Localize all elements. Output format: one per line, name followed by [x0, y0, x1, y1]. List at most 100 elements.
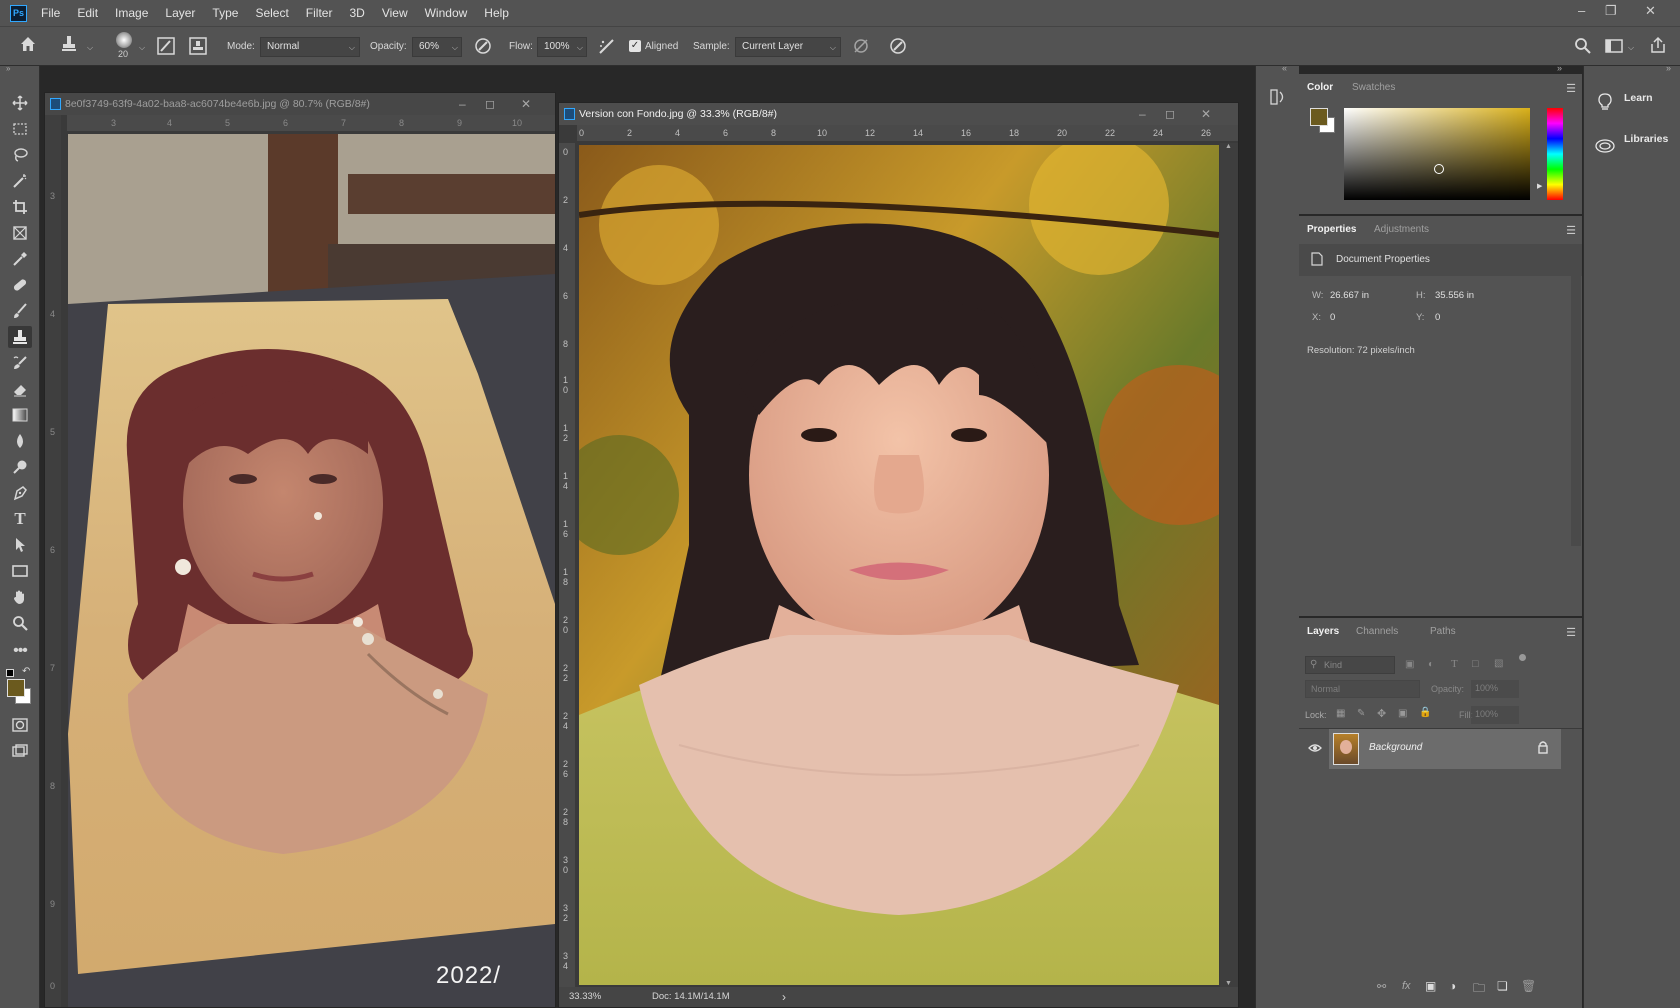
doc-close-icon[interactable]: ✕: [521, 93, 531, 115]
color-field[interactable]: [1344, 108, 1530, 200]
filter-toggle-icon[interactable]: [1519, 654, 1526, 661]
flow-input[interactable]: 100% ⌵: [537, 37, 587, 57]
width-value[interactable]: 26.667 in: [1330, 290, 1369, 301]
menu-select[interactable]: Select: [255, 6, 288, 20]
color-picker-cursor[interactable]: [1434, 164, 1444, 174]
workspace-chevron-down-icon[interactable]: ⌵: [1628, 43, 1634, 53]
history-panel-icon[interactable]: [1270, 88, 1286, 109]
lock-transparent-icon[interactable]: ▦: [1336, 708, 1345, 719]
panel-menu-icon[interactable]: ☰: [1566, 82, 1576, 95]
new-layer-icon[interactable]: ❏: [1497, 979, 1508, 993]
blend-mode-select[interactable]: Normal: [1305, 680, 1420, 698]
pressure-opacity-icon[interactable]: [474, 37, 492, 59]
panel-menu-icon[interactable]: ☰: [1566, 224, 1576, 237]
tab-paths[interactable]: Paths: [1430, 618, 1456, 646]
pressure-size-icon[interactable]: [889, 37, 907, 59]
filter-type-icon[interactable]: T: [1451, 658, 1458, 670]
filter-smart-object-icon[interactable]: ▧: [1494, 658, 1503, 669]
type-icon[interactable]: T: [8, 508, 32, 530]
zoom-icon[interactable]: [8, 612, 32, 634]
filter-shape-icon[interactable]: □: [1472, 658, 1479, 670]
menu-filter[interactable]: Filter: [306, 6, 333, 20]
home-icon[interactable]: [19, 35, 37, 57]
doc-maximize-icon[interactable]: ◻: [1165, 103, 1175, 125]
doc-close-icon[interactable]: ✕: [1201, 103, 1211, 125]
hand-icon[interactable]: [8, 586, 32, 608]
more-tools-icon[interactable]: •••: [8, 640, 32, 662]
document-title-bar[interactable]: 8e0f3749-63f9-4a02-baa8-ac6074be4e6b.jpg…: [45, 93, 555, 115]
zoom-level[interactable]: 33.33%: [569, 987, 601, 1007]
clone-stamp-icon[interactable]: [61, 35, 77, 57]
screen-mode-icon[interactable]: [8, 740, 32, 762]
menu-image[interactable]: Image: [115, 6, 148, 20]
mode-select[interactable]: Normal ⌵: [260, 37, 360, 57]
lock-icon[interactable]: [1537, 740, 1549, 757]
menu-window[interactable]: Window: [425, 6, 468, 20]
layer-opacity-input[interactable]: 100%: [1471, 680, 1519, 698]
color-foreground-swatch[interactable]: [1310, 108, 1328, 126]
link-layers-icon[interactable]: ⚯: [1377, 980, 1386, 993]
lock-position-icon[interactable]: ✥: [1377, 707, 1386, 720]
brush-preview-icon[interactable]: [116, 32, 132, 48]
lock-pixels-icon[interactable]: ✎: [1357, 708, 1365, 719]
move-icon[interactable]: [8, 92, 32, 114]
document-window-active[interactable]: Version con Fondo.jpg @ 33.3% (RGB/8#) –…: [558, 102, 1239, 1008]
learn-button[interactable]: Learn: [1584, 80, 1680, 116]
clone-source-icon[interactable]: [189, 37, 207, 59]
brush-chevron-down-icon[interactable]: ⌵: [139, 43, 145, 53]
collapse-panels-icon[interactable]: »: [1557, 63, 1562, 73]
ignore-adjustment-layers-icon[interactable]: [852, 37, 870, 59]
aligned-checkbox[interactable]: ✓: [629, 40, 641, 52]
restore-icon[interactable]: ❐: [1605, 3, 1617, 19]
marquee-icon[interactable]: [8, 118, 32, 140]
collapse-learn-icon[interactable]: »: [1666, 63, 1671, 73]
delete-layer-icon[interactable]: 🗑: [1521, 979, 1536, 993]
height-value[interactable]: 35.556 in: [1435, 290, 1474, 301]
libraries-button[interactable]: Libraries: [1584, 121, 1680, 157]
menu-file[interactable]: File: [41, 6, 60, 20]
layer-filter-kind[interactable]: ⚲ Kind: [1305, 656, 1395, 674]
document-canvas-original[interactable]: 2022/: [68, 134, 555, 1007]
tab-color[interactable]: Color: [1307, 74, 1333, 102]
stamp-icon[interactable]: [8, 326, 32, 348]
panel-menu-icon[interactable]: ☰: [1566, 626, 1576, 639]
tab-channels[interactable]: Channels: [1356, 618, 1398, 646]
dodge-icon[interactable]: [8, 456, 32, 478]
tab-adjustments[interactable]: Adjustments: [1374, 216, 1429, 244]
default-colors-icon[interactable]: [6, 669, 14, 677]
eyedropper-icon[interactable]: [8, 248, 32, 270]
filter-adjustment-icon[interactable]: ◐: [1428, 659, 1434, 670]
minimize-icon[interactable]: –: [1578, 3, 1585, 18]
menu-3d[interactable]: 3D: [349, 6, 364, 20]
history-brush-icon[interactable]: [8, 352, 32, 374]
hue-slider-handle-icon[interactable]: ▶: [1537, 182, 1542, 190]
new-group-icon[interactable]: 🗀: [1473, 979, 1485, 1000]
search-icon[interactable]: [1574, 37, 1592, 59]
adjustment-layer-icon[interactable]: ◑: [1449, 979, 1456, 993]
airbrush-icon[interactable]: [598, 37, 616, 59]
lasso-icon[interactable]: [8, 144, 32, 166]
collapse-tools-icon[interactable]: »: [6, 64, 10, 73]
lock-all-icon[interactable]: 🔒: [1419, 707, 1431, 718]
pen-icon[interactable]: [8, 482, 32, 504]
brush-settings-icon[interactable]: [157, 37, 175, 59]
quick-mask-icon[interactable]: [8, 714, 32, 736]
collapse-dock-icon[interactable]: «: [1282, 63, 1287, 73]
share-icon[interactable]: [1649, 36, 1667, 58]
add-mask-icon[interactable]: ▣: [1425, 979, 1436, 993]
magic-wand-icon[interactable]: [8, 170, 32, 192]
document-window-original[interactable]: 8e0f3749-63f9-4a02-baa8-ac6074be4e6b.jpg…: [44, 92, 556, 1008]
vertical-scrollbar[interactable]: ▲ ▼: [1220, 143, 1238, 987]
menu-view[interactable]: View: [382, 6, 408, 20]
eye-icon[interactable]: [1308, 742, 1322, 757]
status-chevron-right-icon[interactable]: ›: [782, 987, 786, 1007]
blur-icon[interactable]: [8, 430, 32, 452]
eraser-icon[interactable]: [8, 378, 32, 400]
filter-pixel-icon[interactable]: ▣: [1405, 659, 1414, 670]
fill-input[interactable]: 100%: [1471, 706, 1519, 724]
workspace-icon[interactable]: [1605, 37, 1623, 59]
layer-row-background[interactable]: Background: [1329, 729, 1561, 769]
close-icon[interactable]: ✕: [1645, 3, 1656, 19]
y-value[interactable]: 0: [1435, 312, 1440, 323]
tab-swatches[interactable]: Swatches: [1352, 74, 1395, 102]
